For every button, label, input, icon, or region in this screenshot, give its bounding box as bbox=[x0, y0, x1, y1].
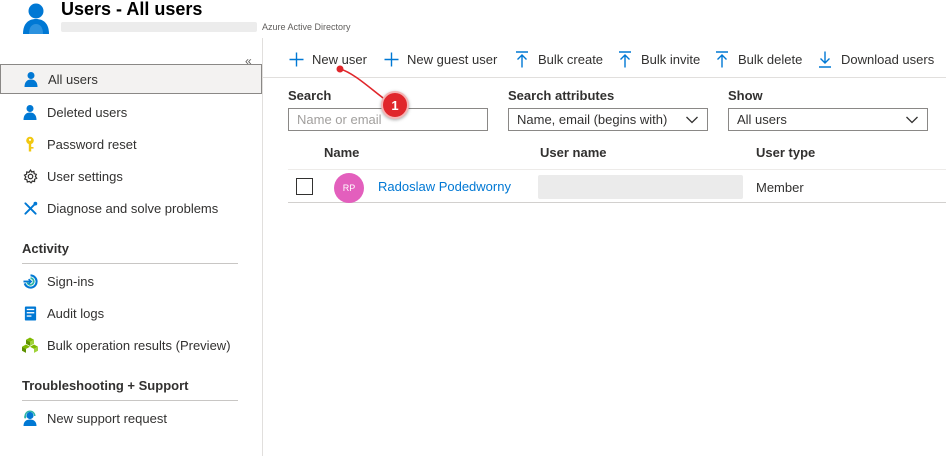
user-name-redacted bbox=[538, 175, 743, 199]
column-header-user-type[interactable]: User type bbox=[756, 145, 815, 160]
bulk-invite-button[interactable]: Bulk invite bbox=[617, 48, 700, 70]
support-agent-icon bbox=[22, 410, 38, 426]
column-header-name[interactable]: Name bbox=[324, 145, 359, 160]
page-header: Users - All users Azure Active Directory bbox=[0, 0, 946, 38]
audit-log-icon bbox=[22, 305, 38, 321]
gear-icon bbox=[22, 168, 38, 184]
sidebar-item-diagnose[interactable]: Diagnose and solve problems bbox=[0, 193, 262, 223]
avatar: RP bbox=[334, 173, 364, 203]
column-header-user-name[interactable]: User name bbox=[540, 145, 606, 160]
new-guest-user-label: New guest user bbox=[407, 51, 498, 67]
sidebar-item-deleted-users[interactable]: Deleted users bbox=[0, 97, 262, 127]
search-label: Search bbox=[288, 88, 332, 103]
section-divider bbox=[22, 263, 238, 264]
bulk-create-button[interactable]: Bulk create bbox=[514, 48, 603, 70]
sidebar-item-label: User settings bbox=[47, 168, 123, 184]
plus-icon bbox=[383, 50, 399, 68]
user-type-value: Member bbox=[756, 180, 804, 195]
sidebar-section-activity: Activity bbox=[22, 241, 69, 256]
bulk-create-label: Bulk create bbox=[538, 51, 604, 67]
chevron-down-icon bbox=[686, 116, 698, 124]
callout-badge: 1 bbox=[381, 91, 409, 119]
download-users-button[interactable]: Download users bbox=[817, 48, 934, 70]
show-dropdown[interactable]: All users bbox=[728, 108, 928, 131]
sidebar-item-label: Password reset bbox=[47, 136, 137, 152]
sidebar-section-troubleshooting: Troubleshooting + Support bbox=[22, 378, 189, 393]
show-label: Show bbox=[728, 88, 763, 103]
wrench-icon bbox=[22, 200, 38, 216]
bulk-operation-icon bbox=[22, 337, 38, 353]
sidebar-item-sign-ins[interactable]: Sign-ins bbox=[0, 266, 262, 296]
new-user-label: New user bbox=[312, 51, 367, 67]
upload-icon bbox=[514, 50, 530, 68]
search-attributes-label: Search attributes bbox=[508, 88, 615, 103]
user-display-name-link[interactable]: Radoslaw Podedworny bbox=[378, 179, 511, 194]
download-icon bbox=[817, 50, 833, 68]
user-icon bbox=[23, 3, 49, 34]
section-divider bbox=[22, 400, 238, 401]
sidebar-item-audit-logs[interactable]: Audit logs bbox=[0, 298, 262, 328]
sidebar-item-label: Bulk operation results (Preview) bbox=[47, 337, 231, 353]
user-icon bbox=[22, 104, 38, 120]
sidebar-item-label: New support request bbox=[47, 410, 167, 426]
upload-icon bbox=[714, 50, 730, 68]
search-attributes-value: Name, email (begins with) bbox=[517, 112, 668, 127]
command-bar: New user New guest user Bulk create Bulk… bbox=[263, 38, 946, 78]
page-title: Users - All users bbox=[61, 0, 203, 19]
row-checkbox[interactable] bbox=[296, 178, 313, 195]
plus-icon bbox=[288, 50, 304, 68]
sidebar-item-new-support-request[interactable]: New support request bbox=[0, 403, 262, 433]
show-value: All users bbox=[737, 112, 787, 127]
sidebar-item-label: Audit logs bbox=[47, 305, 105, 321]
table-row[interactable]: RP Radoslaw Podedworny Member bbox=[288, 170, 946, 203]
sidebar-item-label: Deleted users bbox=[47, 104, 128, 120]
bulk-delete-label: Bulk delete bbox=[738, 51, 803, 67]
sidebar-item-bulk-operation-results[interactable]: Bulk operation results (Preview) bbox=[0, 330, 262, 360]
sidebar-item-label: All users bbox=[48, 71, 98, 87]
sidebar-item-label: Diagnose and solve problems bbox=[47, 200, 219, 216]
user-icon bbox=[23, 71, 39, 87]
new-user-button[interactable]: New user bbox=[288, 48, 367, 70]
tenant-name-redacted bbox=[61, 22, 257, 32]
sign-in-icon bbox=[22, 273, 38, 289]
sidebar-item-user-settings[interactable]: User settings bbox=[0, 161, 262, 191]
new-guest-user-button[interactable]: New guest user bbox=[383, 48, 497, 70]
search-attributes-dropdown[interactable]: Name, email (begins with) bbox=[508, 108, 708, 131]
bulk-invite-label: Bulk invite bbox=[641, 51, 701, 67]
sidebar-item-label: Sign-ins bbox=[47, 273, 94, 289]
bulk-delete-button[interactable]: Bulk delete bbox=[714, 48, 802, 70]
sidebar-item-password-reset[interactable]: Password reset bbox=[0, 129, 262, 159]
upload-icon bbox=[617, 50, 633, 68]
sidebar-item-all-users[interactable]: All users bbox=[0, 64, 262, 94]
page-subtitle: Azure Active Directory bbox=[262, 22, 351, 32]
key-icon bbox=[22, 136, 38, 152]
download-users-label: Download users bbox=[841, 51, 935, 67]
chevron-down-icon bbox=[906, 116, 918, 124]
